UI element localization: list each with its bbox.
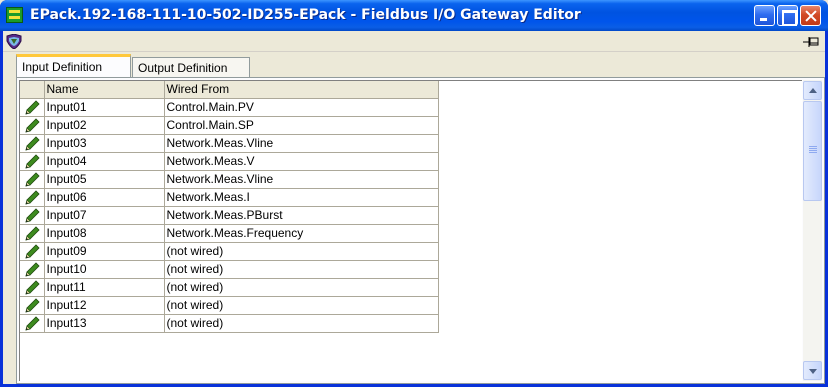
cell-name[interactable]: Input04 [44, 152, 165, 171]
pencil-icon [25, 189, 40, 205]
table-row[interactable]: Input05 Network.Meas.Vline [20, 170, 439, 189]
scroll-thumb[interactable] [803, 101, 822, 201]
pencil-icon [25, 135, 40, 151]
table-row[interactable]: Input12 (not wired) [20, 296, 439, 315]
row-indicator[interactable] [20, 170, 45, 189]
row-indicator[interactable] [20, 278, 45, 297]
row-indicator[interactable] [20, 224, 45, 243]
table-row[interactable]: Input03 Network.Meas.Vline [20, 134, 439, 153]
pencil-icon [25, 243, 40, 259]
column-header-name[interactable]: Name [44, 81, 165, 99]
grip-icon [809, 146, 817, 154]
toolbar [3, 31, 825, 52]
client-area: Input Definition Output Definition Name … [3, 31, 825, 384]
table-row[interactable]: Input10 (not wired) [20, 260, 439, 279]
pencil-icon [25, 279, 40, 295]
cell-name[interactable]: Input01 [44, 98, 165, 117]
row-indicator[interactable] [20, 98, 45, 117]
cell-name[interactable]: Input03 [44, 134, 165, 153]
cell-name[interactable]: Input12 [44, 296, 165, 315]
cell-wired-from[interactable]: Network.Meas.Frequency [164, 224, 439, 243]
pencil-icon [25, 171, 40, 187]
chevron-up-icon [809, 88, 817, 93]
pencil-icon [25, 207, 40, 223]
scroll-down-button[interactable] [803, 361, 822, 380]
scroll-up-button[interactable] [803, 81, 822, 100]
tab-strip: Input Definition Output Definition [3, 53, 825, 77]
pencil-icon [25, 261, 40, 277]
pencil-icon [25, 153, 40, 169]
table-row[interactable]: Input07 Network.Meas.PBurst [20, 206, 439, 225]
row-indicator[interactable] [20, 188, 45, 207]
pencil-icon [25, 117, 40, 133]
cell-name[interactable]: Input07 [44, 206, 165, 225]
row-indicator[interactable] [20, 134, 45, 153]
tab-panel: Name Wired From Input01 Control.Main.PV In… [16, 77, 825, 384]
cell-wired-from[interactable]: (not wired) [164, 278, 439, 297]
table-row[interactable]: Input11 (not wired) [20, 278, 439, 297]
cell-wired-from[interactable]: Network.Meas.PBurst [164, 206, 439, 225]
table-row[interactable]: Input01 Control.Main.PV [20, 98, 439, 117]
cell-wired-from[interactable]: Network.Meas.V [164, 152, 439, 171]
row-indicator[interactable] [20, 206, 45, 225]
cell-name[interactable]: Input06 [44, 188, 165, 207]
table-header-row: Name Wired From [20, 81, 439, 99]
cell-name[interactable]: Input13 [44, 314, 165, 333]
maximize-button[interactable] [777, 5, 798, 26]
table-row[interactable]: Input02 Control.Main.SP [20, 116, 439, 135]
cell-name[interactable]: Input02 [44, 116, 165, 135]
cell-name[interactable]: Input09 [44, 242, 165, 261]
table-row[interactable]: Input04 Network.Meas.V [20, 152, 439, 171]
close-button[interactable] [800, 5, 821, 26]
cell-name[interactable]: Input11 [44, 278, 165, 297]
row-indicator-header [20, 81, 45, 99]
app-window: EPack.192-168-111-10-502-ID255-EPack - F… [0, 0, 828, 387]
pencil-icon [25, 297, 40, 313]
cell-wired-from[interactable]: Network.Meas.Vline [164, 170, 439, 189]
row-indicator[interactable] [20, 152, 45, 171]
pin-icon[interactable] [803, 35, 819, 48]
cell-name[interactable]: Input05 [44, 170, 165, 189]
pencil-icon [25, 225, 40, 241]
cell-wired-from[interactable]: (not wired) [164, 314, 439, 333]
row-indicator[interactable] [20, 116, 45, 135]
row-indicator[interactable] [20, 296, 45, 315]
heart-shield-icon[interactable] [6, 34, 22, 49]
cell-wired-from[interactable]: (not wired) [164, 260, 439, 279]
cell-name[interactable]: Input08 [44, 224, 165, 243]
window-title: EPack.192-168-111-10-502-ID255-EPack - F… [30, 7, 581, 23]
input-table: Name Wired From Input01 Control.Main.PV In… [20, 81, 439, 333]
column-header-wired-from[interactable]: Wired From [164, 81, 439, 99]
cell-wired-from[interactable]: Network.Meas.Vline [164, 134, 439, 153]
cell-wired-from[interactable]: Control.Main.SP [164, 116, 439, 135]
pencil-icon [25, 99, 40, 115]
tab-output-definition[interactable]: Output Definition [132, 57, 250, 77]
tab-input-definition[interactable]: Input Definition [16, 54, 131, 77]
cell-name[interactable]: Input10 [44, 260, 165, 279]
minimize-button[interactable] [754, 5, 775, 26]
chevron-down-icon [809, 369, 817, 374]
app-icon[interactable] [6, 7, 23, 23]
row-indicator[interactable] [20, 314, 45, 333]
vertical-scrollbar[interactable] [803, 80, 822, 381]
pencil-icon [25, 315, 40, 331]
cell-wired-from[interactable]: (not wired) [164, 242, 439, 261]
table-row[interactable]: Input13 (not wired) [20, 314, 439, 333]
input-grid: Name Wired From Input01 Control.Main.PV In… [19, 80, 802, 381]
cell-wired-from[interactable]: Control.Main.PV [164, 98, 439, 117]
cell-wired-from[interactable]: Network.Meas.I [164, 188, 439, 207]
title-bar[interactable]: EPack.192-168-111-10-502-ID255-EPack - F… [0, 0, 828, 31]
table-row[interactable]: Input06 Network.Meas.I [20, 188, 439, 207]
table-row[interactable]: Input09 (not wired) [20, 242, 439, 261]
table-row[interactable]: Input08 Network.Meas.Frequency [20, 224, 439, 243]
row-indicator[interactable] [20, 260, 45, 279]
row-indicator[interactable] [20, 242, 45, 261]
cell-wired-from[interactable]: (not wired) [164, 296, 439, 315]
